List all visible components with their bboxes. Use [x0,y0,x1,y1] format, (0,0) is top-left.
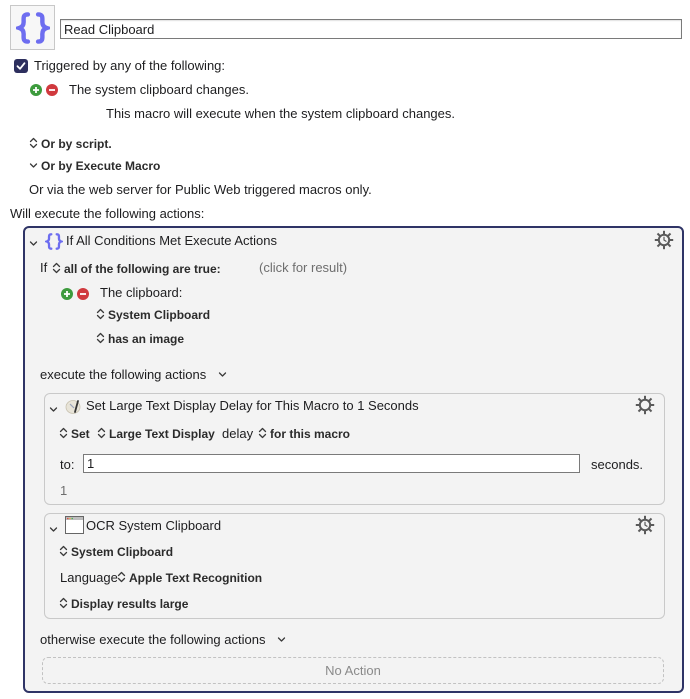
chevron-down-icon [29,161,38,170]
if-label: If [40,260,48,275]
chevron-down-icon [218,370,227,379]
if-action-title[interactable]: If All Conditions Met Execute Actions [66,233,277,249]
trigger-controls [30,84,58,96]
target-popup[interactable]: Large Text Display [97,426,215,442]
clipboard-source-popup[interactable]: System Clipboard [96,307,210,323]
scope-popup[interactable]: for this macro [258,426,350,442]
updown-icon [258,427,267,439]
if-action-block[interactable]: If All Conditions Met Execute Actions If… [23,226,684,693]
condition-test-label: has an image [108,332,185,346]
or-by-script-label: Or by script. [41,137,112,151]
to-label: to: [60,457,75,472]
action-ocr-system-clipboard[interactable]: OCR System Clipboard System Clipboard La… [44,513,665,619]
checkmark-icon [16,62,26,70]
curly-braces-icon [16,9,50,47]
or-by-execute-macro-disclosure[interactable]: Or by Execute Macro [29,158,160,174]
large-text-delay-icon [65,400,81,414]
remove-condition-button[interactable] [77,288,89,300]
macro-icon[interactable] [10,5,55,50]
updown-icon [29,137,38,149]
target-label: Large Text Display [109,427,215,441]
language-label: Language [60,570,118,585]
seconds-label: seconds. [591,457,644,472]
web-server-note: Or via the web server for Public Web tri… [29,182,372,197]
computed-result: 1 [60,483,68,498]
or-by-script-popup[interactable]: Or by script. [29,136,112,152]
updown-icon [52,262,61,274]
curly-braces-icon [45,232,63,251]
then-actions-disclosure[interactable]: execute the following actions [40,367,230,383]
action-gear-icon[interactable] [654,230,674,250]
action-gear-icon[interactable] [635,515,655,535]
action-disclosure[interactable] [49,522,61,537]
add-condition-button[interactable] [61,288,73,300]
then-actions-label: execute the following actions [40,367,207,382]
action-gear-icon[interactable] [635,395,655,415]
action-title[interactable]: Set Large Text Display Delay for This Ma… [86,398,419,414]
updown-icon [97,427,106,439]
output-label: Display results large [71,597,189,611]
trigger-clipboard-changes: The system clipboard changes. [69,82,249,97]
condition-mode-popup[interactable]: all of the following are true: [52,261,221,277]
delay-value-field[interactable]: 1 [83,454,580,473]
action-disclosure[interactable] [49,402,61,417]
macro-name-field[interactable]: Read Clipboard [60,19,682,39]
chevron-down-icon [49,525,58,534]
if-action-disclosure[interactable] [29,236,41,251]
click-for-result[interactable]: (click for result) [259,260,347,276]
chevron-down-icon [49,405,58,414]
updown-icon [59,427,68,439]
remove-trigger-button[interactable] [46,84,58,96]
triggers-header: Triggered by any of the following: [34,58,226,73]
triggers-enabled-checkbox[interactable] [14,59,28,73]
condition-mode-label: all of the following are true: [64,262,221,276]
ocr-source-popup[interactable]: System Clipboard [59,544,173,560]
condition-test-popup[interactable]: has an image [96,331,184,347]
action-title[interactable]: OCR System Clipboard [86,518,221,534]
add-trigger-button[interactable] [30,84,42,96]
set-popup[interactable]: Set [59,426,90,442]
language-value: Apple Text Recognition [129,571,263,585]
else-actions-label: otherwise execute the following actions [40,632,266,647]
chevron-down-icon [277,635,286,644]
else-actions-disclosure[interactable]: otherwise execute the following actions [40,632,289,648]
trigger-description: This macro will execute when the system … [106,106,455,121]
updown-icon [96,308,105,320]
or-by-execute-macro-label: Or by Execute Macro [41,159,161,173]
action-set-large-text-delay[interactable]: Set Large Text Display Delay for This Ma… [44,393,665,505]
actions-header: Will execute the following actions: [10,206,205,221]
no-action-label: No Action [325,663,381,678]
window-icon [65,516,84,534]
delay-word: delay [222,426,254,441]
chevron-down-icon [29,239,38,248]
updown-icon [96,332,105,344]
condition-controls [61,288,89,300]
language-popup[interactable]: Apple Text Recognition [117,570,262,586]
no-action-dropzone[interactable]: No Action [42,657,664,684]
condition-label: The clipboard: [100,285,183,300]
output-popup[interactable]: Display results large [59,596,188,612]
updown-icon [59,545,68,557]
set-label: Set [71,427,90,441]
updown-icon [117,571,126,583]
ocr-source-label: System Clipboard [71,545,174,559]
updown-icon [59,597,68,609]
clipboard-source-label: System Clipboard [108,308,211,322]
scope-label: for this macro [270,427,351,441]
